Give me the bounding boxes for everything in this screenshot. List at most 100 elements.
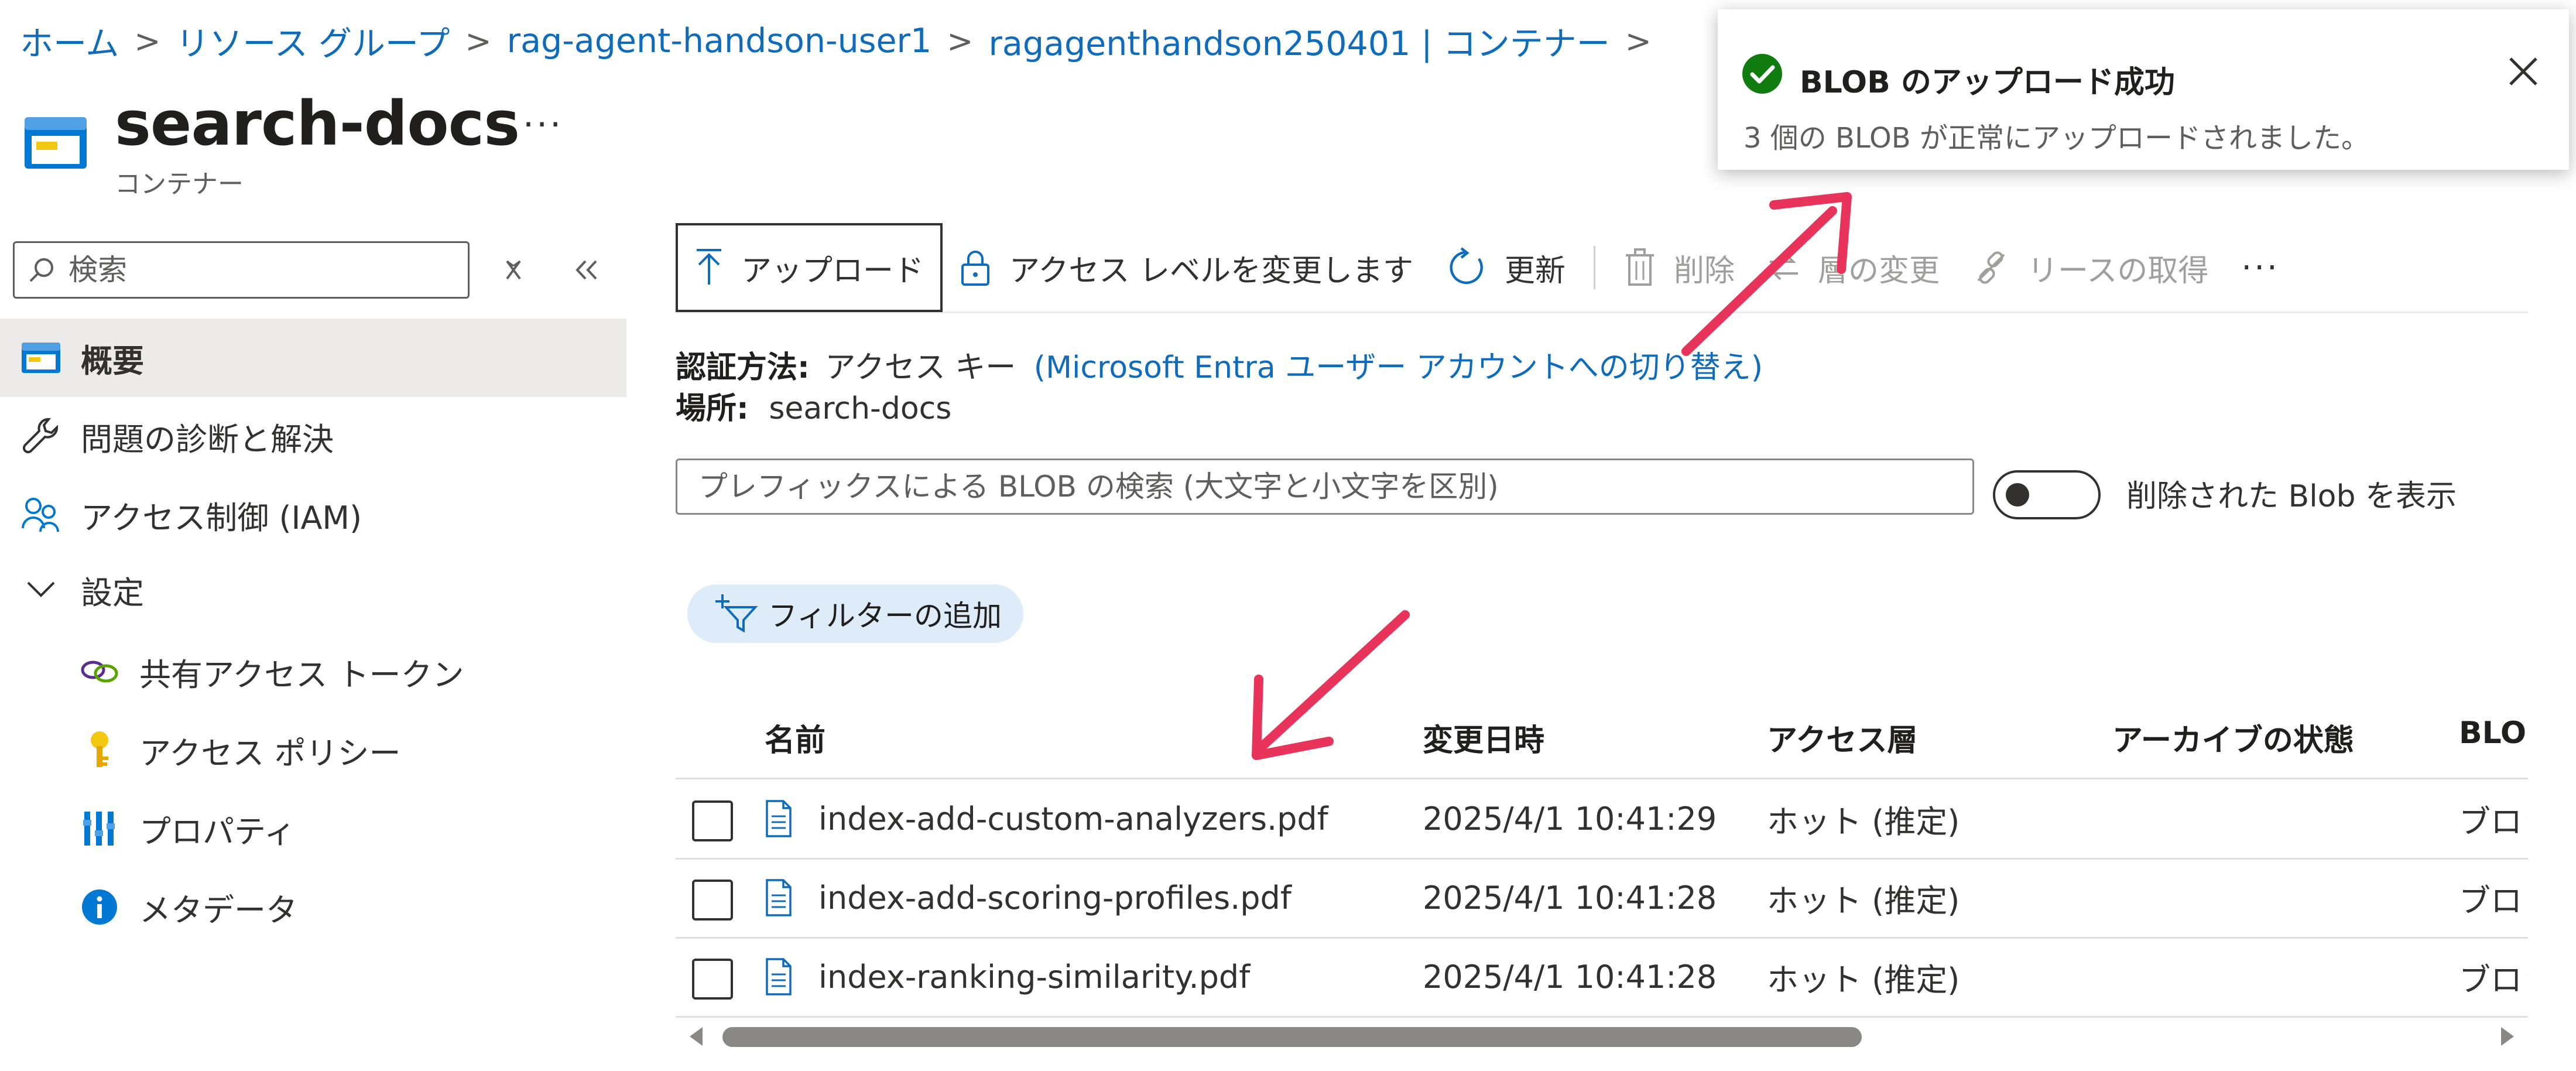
close-icon[interactable] (2506, 54, 2541, 89)
blob-name[interactable]: index-add-custom-analyzers.pdf (818, 779, 1328, 858)
add-filter-button[interactable]: フィルターの追加 (687, 584, 1023, 643)
container-icon (18, 334, 64, 381)
acquire-lease-label: リースの取得 (2027, 253, 2209, 289)
file-icon (765, 858, 793, 937)
breadcrumb-separator: > (947, 22, 974, 60)
page-subtitle: コンテナー (115, 169, 244, 199)
horizontal-scrollbar[interactable] (676, 1019, 2528, 1053)
upload-button[interactable]: アップロード (676, 223, 943, 312)
page-title: search-docs (115, 88, 520, 159)
blob-type: ブロック (2459, 961, 2528, 998)
scroll-right-icon[interactable] (2499, 1026, 2516, 1047)
breadcrumb-storage-containers[interactable]: ragagenthandson250401 | コンテナー (988, 17, 1609, 65)
blob-name[interactable]: index-ranking-similarity.pdf (818, 937, 1250, 1016)
sidebar-group-label: 設定 (81, 574, 144, 611)
toolbar-more-button[interactable]: ··· (2225, 224, 2296, 312)
row-checkbox[interactable] (692, 800, 733, 841)
column-header-name[interactable]: 名前 (765, 716, 825, 759)
file-icon (765, 937, 793, 1016)
location-label: 場所: (676, 391, 749, 426)
sidebar-item-metadata[interactable]: メタデータ (0, 868, 626, 946)
clear-search-icon[interactable] (499, 255, 528, 285)
sidebar-group-settings[interactable]: 設定 (0, 552, 626, 628)
sidebar-item-label: 概要 (81, 342, 144, 379)
change-access-level-label: アクセス レベルを変更します (1009, 253, 1413, 289)
location-value: search-docs (769, 391, 952, 426)
key-icon (76, 727, 123, 774)
change-access-level-button[interactable]: アクセス レベルを変更します (943, 224, 1430, 312)
toggle-knob (2006, 483, 2029, 507)
sidebar-search[interactable] (13, 241, 470, 299)
add-filter-label: フィルターの追加 (768, 599, 1002, 633)
breadcrumb-separator: > (1625, 22, 1652, 60)
sidebar-item-overview[interactable]: 概要 (0, 319, 626, 397)
blob-type: ブロック (2459, 882, 2528, 919)
column-header-blob-type[interactable]: BLOB (2459, 716, 2528, 751)
lease-link-icon (1972, 249, 2010, 286)
sidebar-search-input[interactable] (67, 252, 444, 288)
location: 場所: search-docs (676, 384, 951, 427)
upload-success-toast: BLOB のアップロード成功 3 個の BLOB が正常にアップロードされました… (1718, 9, 2569, 170)
command-bar: アップロード アクセス レベルを変更します 更新 削除 層の変更 リースの取得 … (676, 223, 2528, 313)
switch-auth-link[interactable]: (Microsoft Entra ユーザー アカウントへの切り替え) (1034, 350, 1763, 385)
sidebar-item-label: 問題の診断と解決 (81, 420, 334, 458)
table-row[interactable]: index-add-custom-analyzers.pdf 2025/4/1 … (676, 779, 2528, 860)
show-deleted-toggle[interactable] (1993, 470, 2101, 519)
scrollbar-thumb[interactable] (722, 1027, 1862, 1047)
chevron-down-icon (18, 566, 64, 613)
blob-tier: ホット (推定) (1767, 803, 1960, 840)
row-checkbox[interactable] (692, 880, 733, 921)
upload-label: アップロード (741, 253, 924, 289)
collapse-sidebar-icon[interactable] (570, 255, 603, 285)
sidebar-item-diagnose[interactable]: 問題の診断と解決 (0, 397, 626, 475)
show-deleted-label: 削除された Blob を表示 (2126, 479, 2457, 514)
blob-tier: ホット (推定) (1767, 882, 1960, 919)
sidebar-item-iam[interactable]: アクセス制御 (IAM) (0, 475, 626, 554)
column-header-access-tier[interactable]: アクセス層 (1767, 716, 1917, 759)
properties-icon (76, 805, 123, 852)
success-check-icon (1742, 54, 1782, 94)
auth-method-value: アクセス キー (825, 350, 1016, 385)
sidebar-item-label: メタデータ (139, 891, 297, 929)
wrench-icon (18, 413, 64, 460)
sidebar-item-properties[interactable]: プロパティ (0, 789, 626, 868)
sidebar-item-shared-access-tokens[interactable]: 共有アクセス トークン (0, 632, 626, 711)
blob-modified: 2025/4/1 10:41:28 (1423, 958, 1717, 995)
blob-search-input[interactable] (697, 469, 1972, 504)
blob-type: ブロック (2459, 803, 2528, 840)
breadcrumb: ホーム > リソース グループ > rag-agent-handson-user… (20, 12, 1667, 70)
container-resource-icon (23, 115, 88, 171)
trash-icon (1623, 247, 1656, 288)
sidebar-item-label: 共有アクセス トークン (139, 656, 464, 693)
sidebar-item-label: プロパティ (139, 813, 296, 850)
breadcrumb-separator: > (134, 22, 161, 60)
refresh-label: 更新 (1504, 253, 1566, 289)
table-row[interactable]: index-add-scoring-profiles.pdf 2025/4/1 … (676, 858, 2528, 939)
breadcrumb-separator: > (465, 22, 492, 60)
blob-modified: 2025/4/1 10:41:28 (1423, 879, 1717, 916)
upload-arrow-icon (694, 247, 724, 288)
acquire-lease-button[interactable]: リースの取得 (1956, 224, 2225, 312)
breadcrumb-resource-group[interactable]: rag-agent-handson-user1 (507, 22, 932, 60)
breadcrumb-resource-groups[interactable]: リソース グループ (176, 17, 450, 65)
refresh-icon (1446, 247, 1487, 288)
info-icon (76, 884, 123, 930)
toast-title: BLOB のアップロード成功 (1800, 65, 2175, 100)
sidebar-item-label: アクセス ポリシー (139, 734, 401, 772)
column-header-modified[interactable]: 変更日時 (1423, 716, 1544, 759)
sidebar-item-label: アクセス制御 (IAM) (81, 499, 362, 536)
add-filter-icon (713, 593, 760, 634)
auth-method: 認証方法: アクセス キー (Microsoft Entra ユーザー アカウン… (676, 343, 1763, 386)
sidebar-item-access-policy[interactable]: アクセス ポリシー (0, 711, 626, 789)
lock-icon (959, 247, 992, 288)
annotation-arrow-icon (1252, 610, 1410, 760)
blob-name[interactable]: index-add-scoring-profiles.pdf (818, 858, 1292, 937)
table-row[interactable]: index-ranking-similarity.pdf 2025/4/1 10… (676, 937, 2528, 1018)
breadcrumb-home[interactable]: ホーム (20, 17, 119, 65)
refresh-button[interactable]: 更新 (1430, 224, 1582, 312)
more-actions-button[interactable]: ··· (523, 104, 563, 145)
row-checkbox[interactable] (692, 959, 733, 1000)
blob-search[interactable] (676, 458, 1974, 515)
scroll-left-icon[interactable] (687, 1026, 705, 1047)
column-header-archive-status[interactable]: アーカイブの状態 (2112, 716, 2354, 759)
